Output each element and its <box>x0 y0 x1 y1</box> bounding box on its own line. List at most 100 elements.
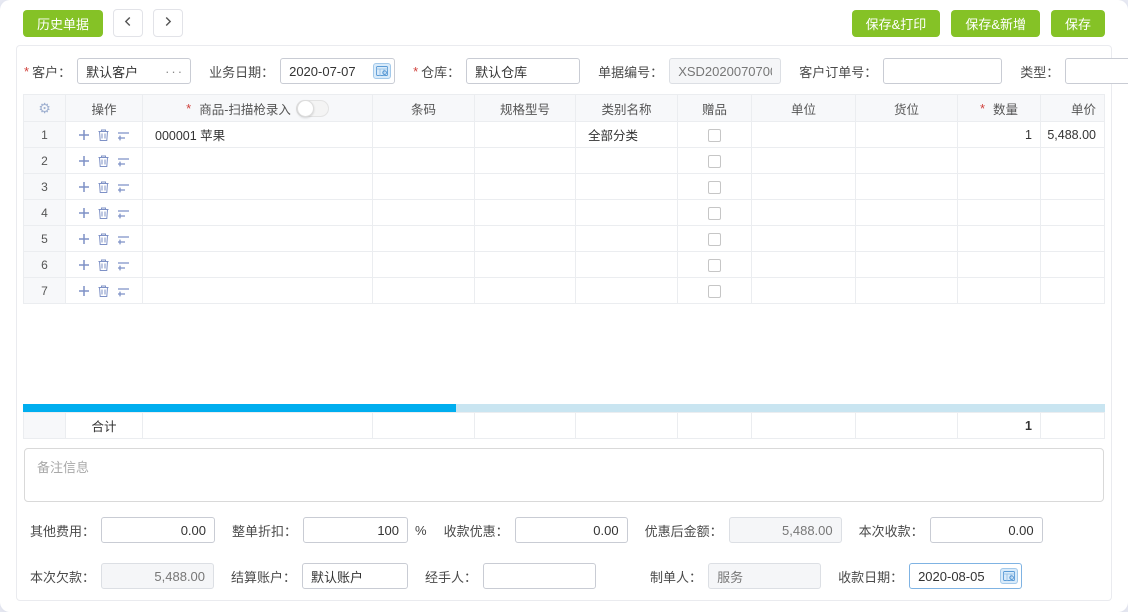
price-cell[interactable] <box>1041 278 1105 304</box>
gear-icon[interactable]: ⚙ <box>38 100 51 116</box>
add-row-icon[interactable] <box>78 155 90 167</box>
save-button[interactable]: 保存 <box>1051 10 1105 37</box>
location-cell[interactable] <box>856 122 958 148</box>
delete-row-icon[interactable] <box>98 259 109 271</box>
history-docs-button[interactable]: 历史单据 <box>23 10 103 37</box>
unit-cell[interactable] <box>752 278 856 304</box>
barcode-cell[interactable] <box>373 148 475 174</box>
delete-row-icon[interactable] <box>98 181 109 193</box>
qty-cell[interactable] <box>958 174 1041 200</box>
price-cell[interactable]: 5,488.00 <box>1041 122 1105 148</box>
product-cell[interactable] <box>143 226 373 252</box>
insert-row-icon[interactable] <box>117 286 130 297</box>
qty-cell[interactable] <box>958 200 1041 226</box>
horizontal-scrollbar[interactable] <box>23 404 1105 412</box>
category-cell[interactable] <box>576 226 678 252</box>
spec-cell[interactable] <box>475 148 576 174</box>
spec-cell[interactable] <box>475 200 576 226</box>
price-cell[interactable] <box>1041 252 1105 278</box>
delete-row-icon[interactable] <box>98 285 109 297</box>
add-row-icon[interactable] <box>78 233 90 245</box>
barcode-cell[interactable] <box>373 252 475 278</box>
insert-row-icon[interactable] <box>117 182 130 193</box>
add-row-icon[interactable] <box>78 129 90 141</box>
barcode-cell[interactable] <box>373 278 475 304</box>
delete-row-icon[interactable] <box>98 129 109 141</box>
save-new-button[interactable]: 保存&新增 <box>951 10 1040 37</box>
barcode-cell[interactable] <box>373 200 475 226</box>
type-input[interactable] <box>1065 58 1128 84</box>
barcode-cell[interactable] <box>373 226 475 252</box>
scrollbar-thumb[interactable] <box>23 404 456 412</box>
gift-checkbox[interactable] <box>708 181 721 194</box>
price-cell[interactable] <box>1041 200 1105 226</box>
calendar-icon[interactable] <box>373 63 391 79</box>
product-cell[interactable] <box>143 174 373 200</box>
other-fee-input[interactable] <box>101 517 215 543</box>
barcode-cell[interactable] <box>373 122 475 148</box>
add-row-icon[interactable] <box>78 181 90 193</box>
spec-cell[interactable] <box>475 226 576 252</box>
qty-cell[interactable]: 1 <box>958 122 1041 148</box>
product-cell[interactable]: 000001 苹果 <box>143 122 373 148</box>
discount-input[interactable] <box>303 517 408 543</box>
category-cell[interactable] <box>576 174 678 200</box>
remarks-textarea[interactable] <box>24 448 1104 502</box>
product-cell[interactable] <box>143 252 373 278</box>
insert-row-icon[interactable] <box>117 208 130 219</box>
add-row-icon[interactable] <box>78 207 90 219</box>
customer-order-no-input[interactable] <box>883 58 1002 84</box>
category-cell[interactable] <box>576 252 678 278</box>
qty-cell[interactable] <box>958 226 1041 252</box>
unit-cell[interactable] <box>752 174 856 200</box>
price-cell[interactable] <box>1041 226 1105 252</box>
payment-now-input[interactable] <box>930 517 1043 543</box>
scan-gun-toggle[interactable] <box>296 100 329 117</box>
payment-discount-input[interactable] <box>515 517 628 543</box>
prev-doc-button[interactable] <box>113 9 143 37</box>
category-cell[interactable] <box>576 278 678 304</box>
gift-checkbox[interactable] <box>708 129 721 142</box>
location-cell[interactable] <box>856 226 958 252</box>
price-cell[interactable] <box>1041 148 1105 174</box>
spec-cell[interactable] <box>475 252 576 278</box>
category-cell[interactable] <box>576 148 678 174</box>
unit-cell[interactable] <box>752 122 856 148</box>
product-cell[interactable] <box>143 148 373 174</box>
insert-row-icon[interactable] <box>117 156 130 167</box>
spec-cell[interactable] <box>475 278 576 304</box>
settlement-account-input[interactable] <box>302 563 408 589</box>
qty-cell[interactable] <box>958 252 1041 278</box>
gift-checkbox[interactable] <box>708 285 721 298</box>
gift-checkbox[interactable] <box>708 259 721 272</box>
gift-checkbox[interactable] <box>708 207 721 220</box>
qty-cell[interactable] <box>958 148 1041 174</box>
calendar-icon[interactable] <box>1000 568 1018 584</box>
spec-cell[interactable] <box>475 174 576 200</box>
gift-checkbox[interactable] <box>708 155 721 168</box>
delete-row-icon[interactable] <box>98 155 109 167</box>
product-cell[interactable] <box>143 278 373 304</box>
product-cell[interactable] <box>143 200 373 226</box>
delete-row-icon[interactable] <box>98 233 109 245</box>
warehouse-input[interactable] <box>466 58 580 84</box>
ellipsis-icon[interactable]: ··· <box>165 64 184 79</box>
gift-checkbox[interactable] <box>708 233 721 246</box>
location-cell[interactable] <box>856 148 958 174</box>
add-row-icon[interactable] <box>78 259 90 271</box>
unit-cell[interactable] <box>752 252 856 278</box>
location-cell[interactable] <box>856 252 958 278</box>
unit-cell[interactable] <box>752 148 856 174</box>
delete-row-icon[interactable] <box>98 207 109 219</box>
insert-row-icon[interactable] <box>117 260 130 271</box>
add-row-icon[interactable] <box>78 285 90 297</box>
qty-cell[interactable] <box>958 278 1041 304</box>
unit-cell[interactable] <box>752 226 856 252</box>
next-doc-button[interactable] <box>153 9 183 37</box>
category-cell[interactable] <box>576 200 678 226</box>
location-cell[interactable] <box>856 200 958 226</box>
location-cell[interactable] <box>856 278 958 304</box>
category-cell[interactable]: 全部分类 <box>576 122 678 148</box>
spec-cell[interactable] <box>475 122 576 148</box>
location-cell[interactable] <box>856 174 958 200</box>
